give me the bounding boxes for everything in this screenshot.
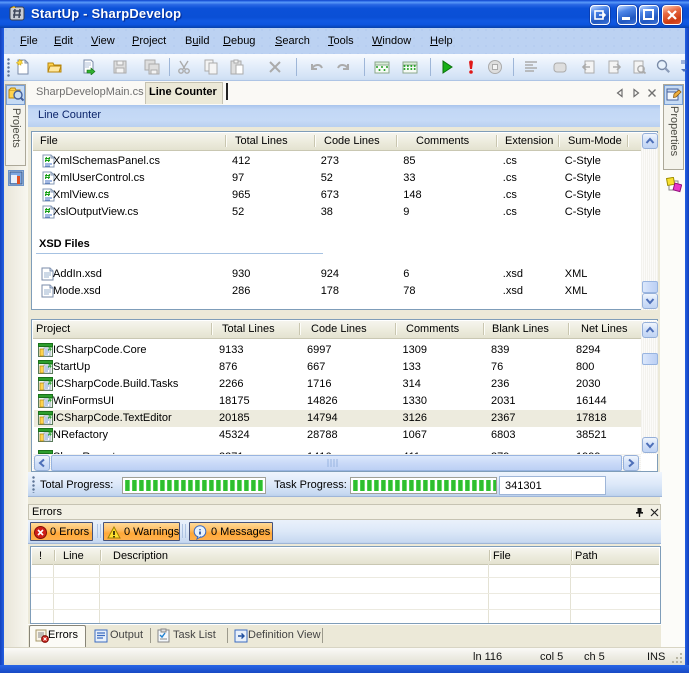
svg-text:#: # xyxy=(48,380,52,387)
svg-text:#: # xyxy=(48,397,52,404)
svg-text:#: # xyxy=(48,346,52,353)
svg-text:#: # xyxy=(48,431,52,438)
svg-text:#: # xyxy=(48,414,52,421)
svg-text:#: # xyxy=(48,363,52,370)
